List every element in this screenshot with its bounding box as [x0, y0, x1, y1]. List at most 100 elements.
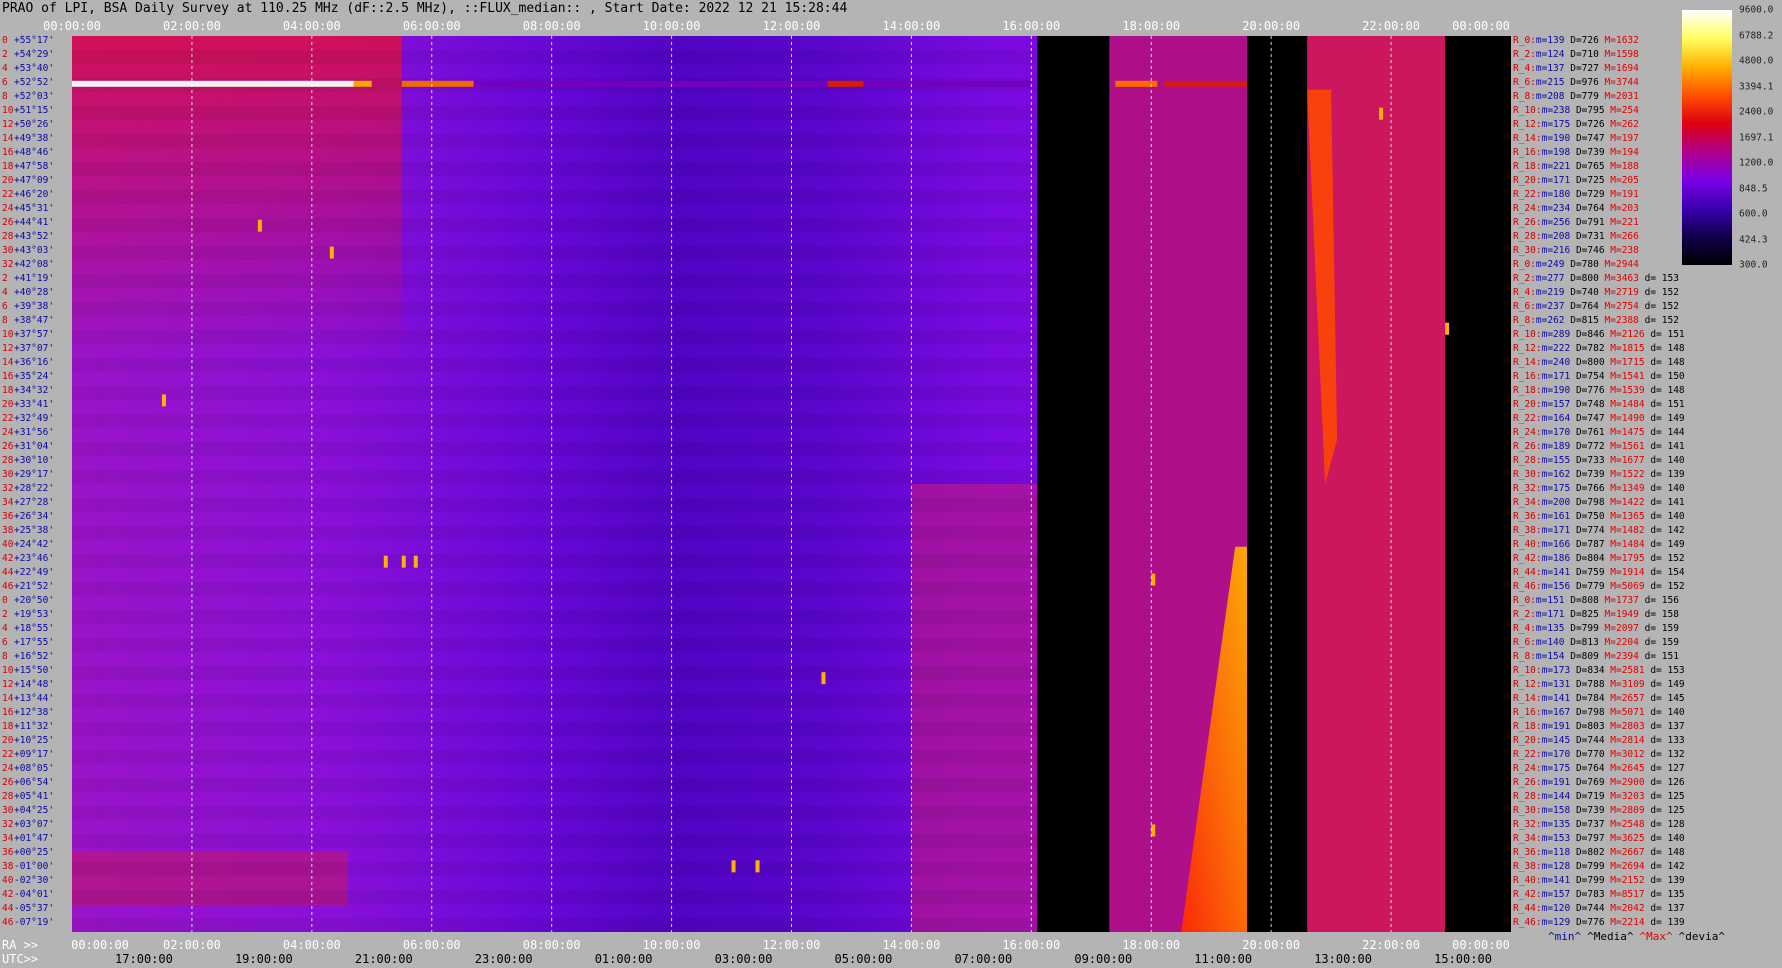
- row-declination: +09°17': [14, 749, 55, 760]
- utc-tick-label: 09:00:00: [1074, 952, 1133, 966]
- stat-row: R_30:m=162 D=739 M=1522 d= 139: [1513, 470, 1685, 480]
- ra-tick-label: 20:00:00: [1242, 938, 1301, 952]
- row-label: 22+46°20': [2, 190, 54, 200]
- stat-row: R_24:m=170 D=761 M=1475 d= 144: [1513, 428, 1685, 438]
- row-index: 30: [2, 805, 14, 816]
- stat-row: R_36:m=118 D=802 M=2667 d= 148: [1513, 848, 1685, 858]
- row-index: 40: [2, 875, 14, 886]
- stat-median: D=729: [1570, 189, 1605, 200]
- stat-median: D=779: [1564, 91, 1599, 102]
- stat-max: M=1715: [1604, 357, 1645, 368]
- row-declination: +55°17': [14, 35, 55, 46]
- stat-devia: d= 158: [1638, 609, 1679, 620]
- stat-min: m=118: [1541, 847, 1571, 858]
- row-stripe: [72, 610, 1038, 624]
- stat-max: M=1475: [1604, 427, 1645, 438]
- stat-devia: d= 140: [1644, 455, 1685, 466]
- row-index: 30: [2, 245, 14, 256]
- row-label: 34+27°28': [2, 498, 54, 508]
- top-tick-label: 00:00:00: [43, 19, 101, 33]
- row-declination: +22°49': [14, 567, 55, 578]
- row-label: 32+42°08': [2, 260, 54, 270]
- stat-row: R_10:m=173 D=834 M=2581 d= 153: [1513, 666, 1685, 676]
- stat-min: m=157: [1541, 889, 1571, 900]
- stat-beam: R_40:: [1513, 875, 1542, 886]
- stat-min: m=221: [1541, 161, 1571, 172]
- row-declination: +08°05': [14, 763, 55, 774]
- stat-min: m=144: [1541, 791, 1571, 802]
- row-declination: +43°52': [14, 231, 55, 242]
- stat-beam: R_26:: [1513, 441, 1542, 452]
- stat-row: R_44:m=141 D=759 M=1914 d= 154: [1513, 568, 1685, 578]
- point-source: [383, 555, 388, 568]
- stat-row: R_40:m=141 D=799 M=2152 d= 139: [1513, 876, 1685, 886]
- stat-median: D=726: [1564, 35, 1599, 46]
- stat-devia: d= 125: [1644, 791, 1685, 802]
- stat-min: m=237: [1535, 301, 1565, 312]
- data-gap: [1247, 36, 1308, 932]
- stat-median: D=783: [1570, 889, 1605, 900]
- row-label: 14+36°16': [2, 358, 54, 368]
- row-index: 22: [2, 749, 14, 760]
- stat-row: R_38:m=171 D=774 M=1482 d= 142: [1513, 526, 1685, 536]
- stat-row: R_46:m=129 D=776 M=2214 d= 139: [1513, 918, 1685, 928]
- ra-axis-label: RA >>: [2, 938, 39, 952]
- row-declination: +37°57': [14, 329, 55, 340]
- stat-min: m=175: [1541, 483, 1571, 494]
- row-declination: -05°37': [14, 903, 55, 914]
- stat-max: M=2394: [1598, 651, 1639, 662]
- stat-max: M=194: [1604, 147, 1639, 158]
- row-label: 26+44°41': [2, 218, 54, 228]
- row-index: 38: [2, 525, 14, 536]
- stat-median: D=825: [1564, 609, 1599, 620]
- stat-row: R_24:m=234 D=764 M=203: [1513, 204, 1639, 214]
- stat-max: M=3463: [1598, 273, 1639, 284]
- row-label: 44+22°49': [2, 568, 54, 578]
- row-label: 10+37°57': [2, 330, 54, 340]
- row-declination: +33°41': [14, 399, 55, 410]
- stat-row: R_14:m=190 D=747 M=197: [1513, 134, 1639, 144]
- row-stripe: [72, 50, 1038, 64]
- utc-tick-label: 03:00:00: [714, 952, 773, 966]
- stat-row: R_42:m=186 D=804 M=1795 d= 152: [1513, 554, 1685, 564]
- row-label: 30+43°03': [2, 246, 54, 256]
- stat-max: M=3203: [1604, 791, 1645, 802]
- stat-beam: R_10:: [1513, 665, 1542, 676]
- stat-max: M=266: [1604, 231, 1639, 242]
- row-index: 20: [2, 399, 14, 410]
- stat-devia: d= 140: [1644, 707, 1685, 718]
- stat-beam: R_18:: [1513, 721, 1542, 732]
- legend-devia: ^devia^: [1678, 930, 1725, 943]
- stat-max: M=3012: [1604, 749, 1645, 760]
- stat-max: M=2042: [1604, 903, 1645, 914]
- row-label: 24+31°56': [2, 428, 54, 438]
- stat-row: R_28:m=155 D=733 M=1677 d= 140: [1513, 456, 1685, 466]
- utc-tick-label: 19:00:00: [234, 952, 293, 966]
- row-index: 0: [2, 595, 8, 606]
- row-declination: +29°17': [14, 469, 55, 480]
- stat-beam: R_8:: [1513, 91, 1536, 102]
- stat-max: M=197: [1604, 133, 1639, 144]
- stat-median: D=799: [1564, 623, 1599, 634]
- row-stripe: [72, 526, 1038, 540]
- row-declination: +36°16': [14, 357, 55, 368]
- stat-row: R_2:m=277 D=800 M=3463 d= 153: [1513, 274, 1679, 284]
- heatmap-plot[interactable]: [72, 36, 1511, 932]
- top-tick-label: 14:00:00: [882, 19, 941, 33]
- stat-median: D=795: [1570, 105, 1605, 116]
- stats-legend: ^min^ ^Media^ ^Max^ ^devia^: [1548, 930, 1731, 943]
- stat-min: m=171: [1541, 525, 1571, 536]
- stat-row: R_44:m=120 D=744 M=2042 d= 137: [1513, 904, 1685, 914]
- stat-beam: R_22:: [1513, 413, 1542, 424]
- stat-max: M=205: [1604, 175, 1639, 186]
- row-label: 44-05°37': [2, 904, 54, 914]
- point-source: [161, 394, 166, 407]
- stat-beam: R_24:: [1513, 203, 1542, 214]
- row-declination: +30°10': [14, 455, 55, 466]
- stat-devia: d= 140: [1644, 833, 1685, 844]
- row-index: 6: [2, 637, 8, 648]
- stat-max: M=1482: [1604, 525, 1645, 536]
- stat-min: m=200: [1541, 497, 1571, 508]
- row-declination: +00°25': [14, 847, 55, 858]
- stat-row: R_10:m=289 D=846 M=2126 d= 151: [1513, 330, 1685, 340]
